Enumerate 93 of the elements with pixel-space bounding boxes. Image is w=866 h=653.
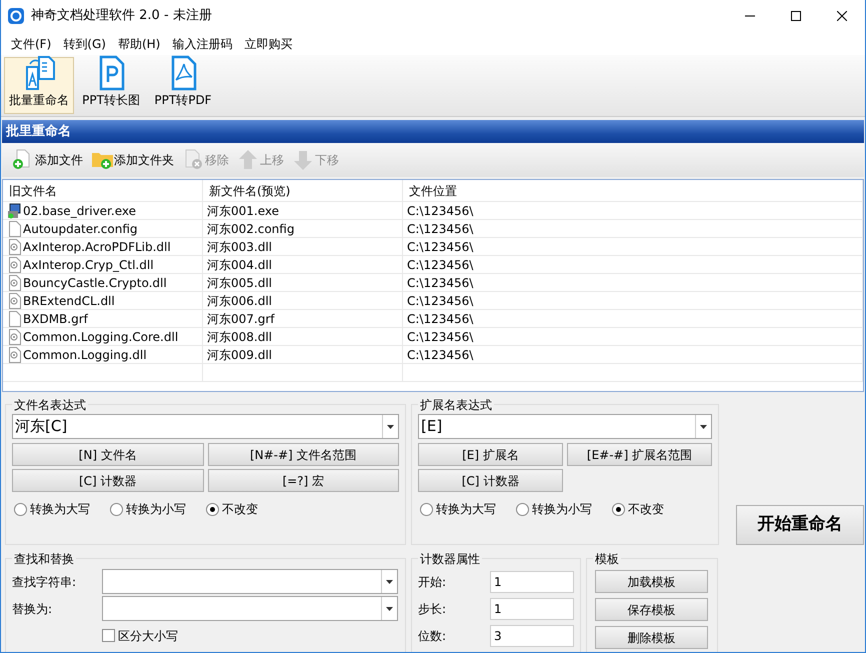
file-name: BRExtendCL.dll <box>23 293 115 310</box>
checkbox[interactable]: 区分大小写 <box>102 626 178 644</box>
file-name: 河东001.exe <box>207 203 280 220</box>
menu-item[interactable]: 帮助(H) <box>112 34 166 52</box>
dll-file-icon <box>7 275 21 291</box>
radio-button[interactable]: 转换为大写 <box>420 500 496 518</box>
menu-item[interactable]: 输入注册码 <box>166 34 238 52</box>
file-path: C:\123456\ <box>407 347 474 364</box>
caret-icon <box>387 424 394 428</box>
dll-file-icon <box>7 329 21 345</box>
file-name: 河东002.config <box>207 221 294 238</box>
file-path: C:\123456\ <box>407 203 474 220</box>
insert-button[interactable]: [N#-#] 文件名范围 <box>208 443 399 466</box>
number-field[interactable]: 1 <box>490 598 574 620</box>
file-name: 河东003.dll <box>207 239 272 256</box>
combo-box[interactable] <box>102 596 398 621</box>
insert-button[interactable]: [C] 计数器 <box>12 469 204 492</box>
file-name: 河东007.grf <box>207 311 274 328</box>
file-name: AxInterop.AcroPDFLib.dll <box>23 239 171 256</box>
number-field[interactable]: 1 <box>490 570 574 592</box>
toolbar-button[interactable]: PPT转PDF <box>148 57 218 114</box>
app-icon <box>7 7 25 25</box>
file-path: C:\123456\ <box>407 275 474 292</box>
file-icon <box>7 221 21 237</box>
group-label: 计数器属性 <box>418 550 482 568</box>
file-path: C:\123456\ <box>407 221 474 238</box>
insert-button[interactable]: [C] 计数器 <box>418 469 563 492</box>
caret-icon <box>386 606 393 610</box>
start-button[interactable]: 开始重命名 <box>736 505 864 545</box>
dll-file-icon <box>7 347 21 363</box>
toolbar-button[interactable]: 添加文件 <box>12 149 83 171</box>
toolbar-button[interactable]: 添加文件夹 <box>91 149 174 171</box>
file-name: Autoupdater.config <box>23 221 138 238</box>
group-label: 查找和替换 <box>12 550 76 568</box>
insert-button[interactable]: [N] 文件名 <box>12 443 204 466</box>
template-button[interactable]: 删除模板 <box>595 626 708 649</box>
column-header[interactable]: 新文件名(预览) <box>203 180 403 201</box>
template-button[interactable]: 加载模板 <box>595 570 708 593</box>
menu-item[interactable]: 文件(F) <box>5 34 58 52</box>
group-label: 模板 <box>593 550 621 568</box>
radio-button[interactable]: 转换为小写 <box>516 500 592 518</box>
file-name: BouncyCastle.Crypto.dll <box>23 275 167 292</box>
panel-title: 批里重命名 <box>2 120 864 143</box>
installer-icon <box>7 203 21 219</box>
file-name: 河东005.dll <box>207 275 272 292</box>
field-label: 开始: <box>418 574 448 590</box>
template-button[interactable]: 保存模板 <box>595 598 708 621</box>
file-name: AxInterop.Cryp_Ctl.dll <box>23 257 154 274</box>
group-label: 扩展名表达式 <box>418 396 494 414</box>
file-name: 河东006.dll <box>207 293 272 310</box>
file-path: C:\123456\ <box>407 257 474 274</box>
insert-button[interactable]: [E] 扩展名 <box>418 443 563 466</box>
file-path: C:\123456\ <box>407 293 474 310</box>
dll-file-icon <box>7 239 21 255</box>
dll-file-icon <box>7 257 21 273</box>
toolbar-button[interactable]: PPT转长图 <box>76 57 146 114</box>
insert-button[interactable]: [E#-#] 扩展名范围 <box>567 443 712 466</box>
file-icon <box>7 311 21 327</box>
field-label: 步长: <box>418 600 448 618</box>
toolbar-button[interactable]: 批量重命名 <box>4 57 74 114</box>
dll-file-icon <box>7 293 21 309</box>
file-name: 河东004.dll <box>207 257 272 274</box>
file-path: C:\123456\ <box>407 329 474 346</box>
insert-button[interactable]: [=?] 宏 <box>208 469 399 492</box>
file-path: C:\123456\ <box>407 311 474 328</box>
file-name: 河东009.dll <box>207 347 272 364</box>
menu-item[interactable]: 立即购买 <box>238 34 298 52</box>
column-header[interactable]: 旧文件名 <box>3 180 203 201</box>
field-label: 替换为: <box>12 600 54 618</box>
field-label: 位数: <box>418 628 448 644</box>
file-name: Common.Logging.dll <box>23 347 147 364</box>
group-label: 文件名表达式 <box>12 396 88 414</box>
close-icon <box>837 11 847 21</box>
radio-button[interactable]: 不改变 <box>206 500 258 518</box>
file-name: BXDMB.grf <box>23 311 88 328</box>
number-field[interactable]: 3 <box>490 624 574 646</box>
file-name: Common.Logging.Core.dll <box>23 329 178 346</box>
column-header[interactable]: 文件位置 <box>403 180 863 201</box>
radio-button[interactable]: 转换为大写 <box>14 500 90 518</box>
file-path: C:\123456\ <box>407 239 474 256</box>
combo-box[interactable] <box>102 569 398 594</box>
file-name: 河东008.dll <box>207 329 272 346</box>
arrow-up-icon <box>237 149 259 171</box>
menu-item[interactable]: 转到(G) <box>57 34 112 52</box>
field-label: 查找字符串: <box>12 574 78 590</box>
caret-icon <box>386 580 393 584</box>
radio-button[interactable]: 转换为小写 <box>110 500 186 518</box>
arrow-down-icon <box>292 149 314 171</box>
maximize-icon <box>791 11 801 21</box>
file-name: 02.base_driver.exe <box>23 203 136 220</box>
window-title: 神奇文档处理软件 2.0 - 未注册 <box>31 7 212 26</box>
radio-button[interactable]: 不改变 <box>612 500 664 518</box>
caret-icon <box>700 424 707 428</box>
